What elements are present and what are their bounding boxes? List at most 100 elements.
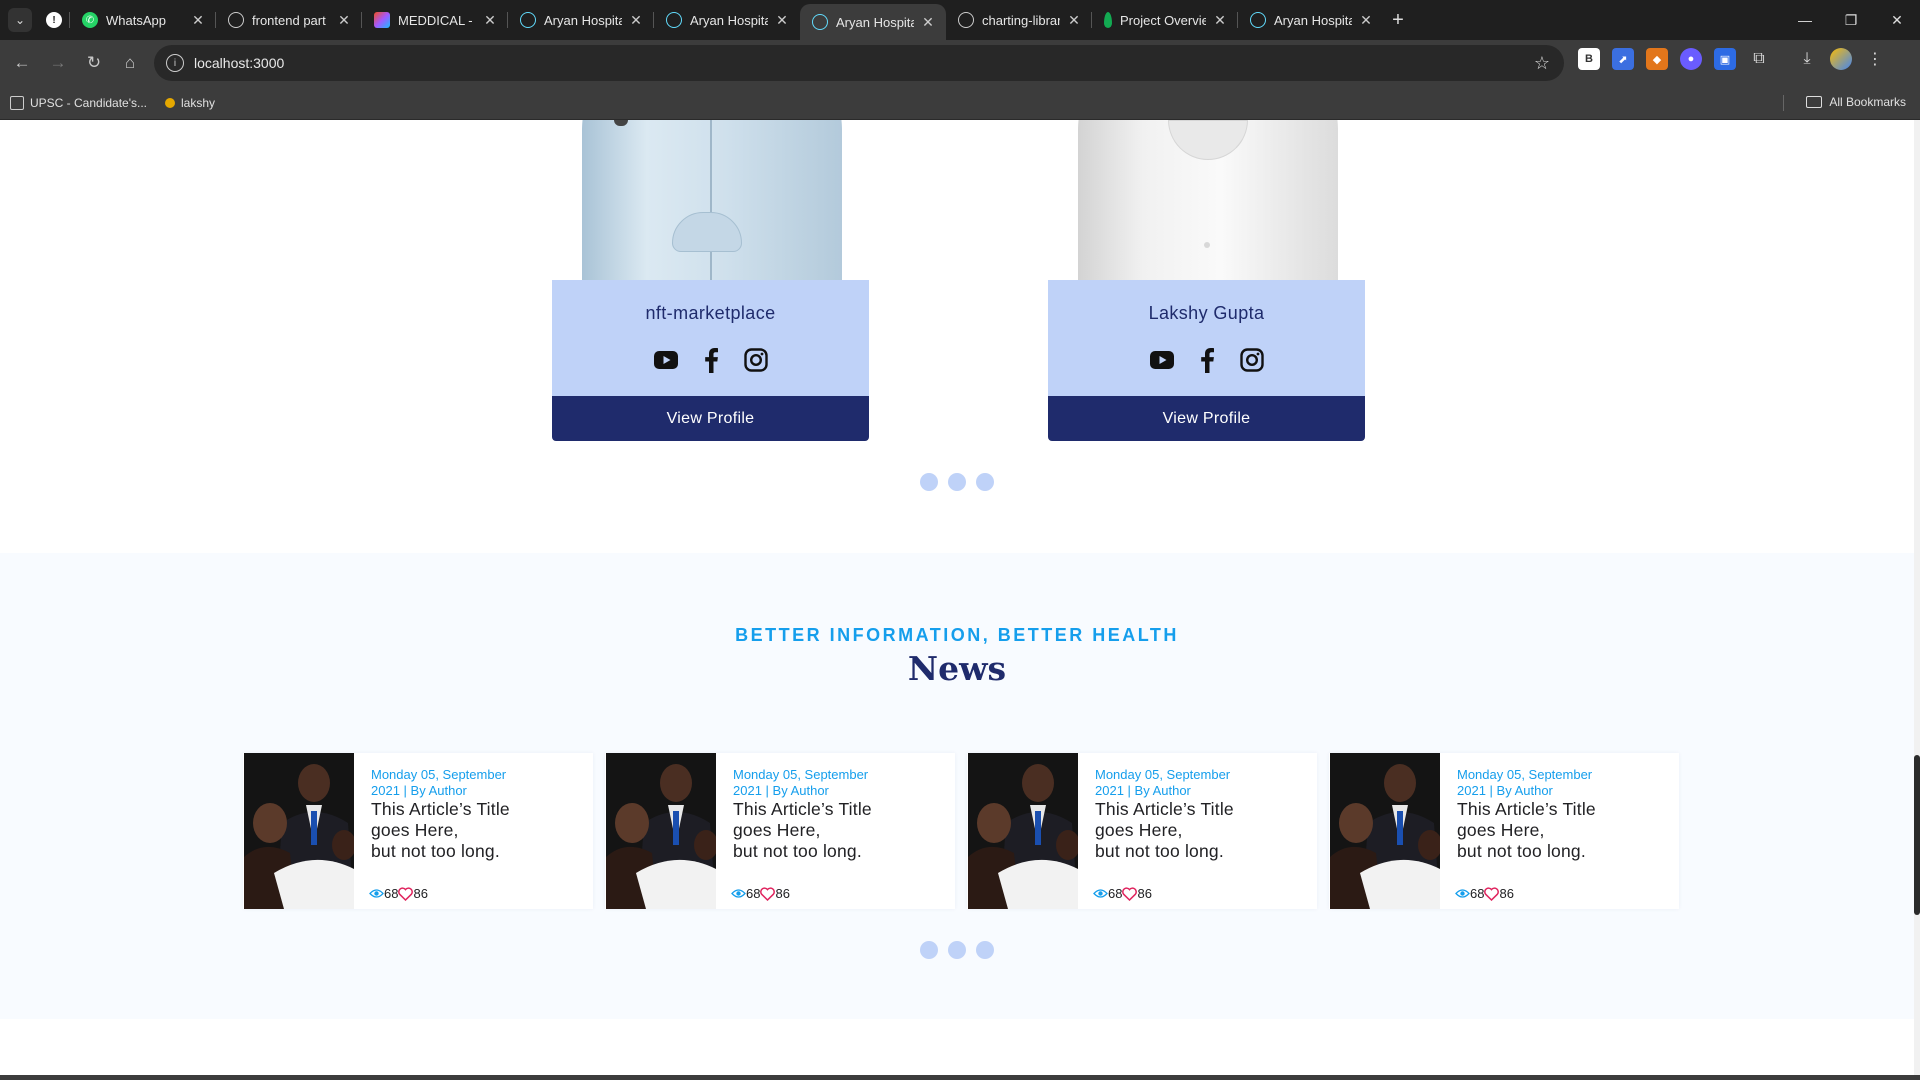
instagram-icon[interactable] [1238, 346, 1265, 373]
close-icon[interactable]: ✕ [336, 12, 352, 29]
tab-github[interactable]: charting-library-tuto ✕ [946, 0, 1092, 40]
facebook-icon[interactable] [697, 346, 724, 373]
restore-icon[interactable]: ❐ [1828, 0, 1874, 40]
close-icon[interactable]: ✕ [482, 12, 498, 29]
tab-figma[interactable]: MEDDICAL - Hospita ✕ [362, 0, 508, 40]
tab-search-button[interactable]: ⌄ [8, 8, 32, 32]
news-card[interactable]: Monday 05, September 2021 | By Author Th… [967, 753, 1317, 909]
news-card[interactable]: Monday 05, September 2021 | By Author Th… [1329, 753, 1679, 909]
tab-aryan-hospital-active[interactable]: Aryan Hospital ✕ [800, 4, 946, 40]
bookmark-item[interactable]: UPSC - Candidate's... [10, 95, 147, 110]
tab-aryan-hospital[interactable]: Aryan Hospital ✕ [508, 0, 654, 40]
news-title-line: This Article’s Title [371, 799, 510, 819]
close-icon[interactable]: ✕ [190, 12, 206, 29]
doctor-coat-image [582, 120, 842, 280]
carousel-dot[interactable] [920, 473, 938, 491]
scrollbar-thumb[interactable] [1914, 755, 1920, 915]
social-links [1048, 346, 1365, 373]
heart-icon[interactable] [1484, 886, 1500, 901]
heart-icon[interactable] [1122, 886, 1138, 901]
bookmarks-divider [1783, 95, 1784, 111]
close-icon[interactable]: ✕ [1212, 12, 1228, 29]
likes-count: 86 [775, 886, 790, 901]
window-bottom-border [0, 1075, 1920, 1080]
site-info-icon[interactable]: i [166, 54, 184, 72]
extension-icon[interactable]: ● [1680, 48, 1702, 70]
close-icon[interactable]: ✕ [628, 12, 644, 29]
coat-seam [710, 120, 712, 280]
profile-avatar[interactable] [1830, 48, 1852, 70]
tab-whatsapp[interactable]: ✆ WhatsApp ✕ [70, 0, 216, 40]
youtube-icon[interactable] [1148, 346, 1175, 373]
carousel-dot[interactable] [920, 941, 938, 959]
extension-icon[interactable]: ⬈ [1612, 48, 1634, 70]
news-date-line: Monday 05, September [1457, 767, 1593, 782]
tab-title: Project Overview | C [1120, 12, 1206, 28]
bookmark-favicon [165, 97, 176, 108]
home-icon[interactable]: ⌂ [112, 45, 148, 81]
tab-title: Aryan Hospital [1274, 12, 1352, 28]
doctors-carousel-dots [920, 473, 994, 491]
news-card[interactable]: Monday 05, September 2021 | By Author Th… [605, 753, 955, 909]
view-profile-button[interactable]: View Profile [1048, 396, 1365, 441]
whatsapp-icon: ✆ [82, 12, 98, 28]
news-section: BETTER INFORMATION, BETTER HEALTH News M… [0, 553, 1914, 1019]
news-title-line: goes Here, [733, 820, 821, 840]
reload-icon[interactable]: ↻ [76, 45, 112, 81]
puzzle-icon[interactable]: ⧉ [1748, 48, 1770, 70]
all-bookmarks-button[interactable]: All Bookmarks [1806, 95, 1906, 109]
news-title-line: but not too long. [1457, 841, 1586, 861]
close-icon[interactable]: ✕ [774, 12, 790, 29]
carousel-dot[interactable] [948, 473, 966, 491]
extension-icon[interactable]: ▣ [1714, 48, 1736, 70]
news-thumbnail [968, 753, 1078, 909]
news-card[interactable]: Monday 05, September 2021 | By Author Th… [243, 753, 593, 909]
doctor-info-panel: Lakshy Gupta [1048, 280, 1365, 397]
news-title-line: but not too long. [733, 841, 862, 861]
address-bar[interactable]: i localhost:3000 ☆ [154, 45, 1564, 81]
address-url[interactable]: localhost:3000 [194, 55, 284, 71]
metamask-icon[interactable]: ◆ [1646, 48, 1668, 70]
forward-icon[interactable]: → [40, 45, 76, 81]
tab-aryan-hospital[interactable]: Aryan Hospital ✕ [654, 0, 800, 40]
close-icon[interactable]: ✕ [920, 14, 936, 31]
news-stats: 68 86 [1093, 886, 1152, 901]
tab-aryan-hospital[interactable]: Aryan Hospital ✕ [1238, 0, 1384, 40]
back-icon[interactable]: ← [4, 45, 40, 81]
close-window-icon[interactable]: ✕ [1874, 0, 1920, 40]
instagram-icon[interactable] [742, 346, 769, 373]
heart-icon[interactable] [760, 886, 776, 901]
all-bookmarks-label: All Bookmarks [1829, 95, 1906, 109]
minimize-icon[interactable]: — [1782, 0, 1828, 40]
carousel-dot[interactable] [976, 941, 994, 959]
tab-title: Aryan Hospital [544, 12, 622, 28]
tab-pinned[interactable]: ! [40, 0, 70, 40]
news-date-line: Monday 05, September [1095, 767, 1231, 782]
news-date-line: 2021 | By Author [733, 783, 829, 798]
facebook-icon[interactable] [1193, 346, 1220, 373]
news-article-title[interactable]: This Article’s Title goes Here, but not … [1095, 799, 1295, 862]
news-carousel-dots [920, 941, 994, 959]
news-title-line: This Article’s Title [733, 799, 872, 819]
news-article-title[interactable]: This Article’s Title goes Here, but not … [1457, 799, 1657, 862]
news-article-title[interactable]: This Article’s Title goes Here, but not … [371, 799, 571, 862]
carousel-dot[interactable] [948, 941, 966, 959]
bookmark-star-icon[interactable]: ☆ [1534, 53, 1550, 74]
download-icon[interactable]: ⤓ [1796, 48, 1818, 70]
bookmark-item[interactable]: lakshy [165, 96, 215, 110]
extension-icon[interactable]: B [1578, 48, 1600, 70]
close-icon[interactable]: ✕ [1066, 12, 1082, 29]
news-article-title[interactable]: This Article’s Title goes Here, but not … [733, 799, 933, 862]
new-tab-button[interactable]: + [1384, 0, 1412, 40]
bookmark-favicon [10, 95, 24, 110]
browser-tab-strip: ⌄ ! ✆ WhatsApp ✕ frontend part by lak ✕ … [0, 0, 1920, 40]
tab-mongodb[interactable]: Project Overview | C ✕ [1092, 0, 1238, 40]
page-scrollbar[interactable] [1914, 120, 1920, 1075]
close-icon[interactable]: ✕ [1358, 12, 1374, 29]
menu-kebab-icon[interactable]: ⋮ [1864, 48, 1886, 70]
tab-github[interactable]: frontend part by lak ✕ [216, 0, 362, 40]
carousel-dot[interactable] [976, 473, 994, 491]
heart-icon[interactable] [398, 886, 414, 901]
view-profile-button[interactable]: View Profile [552, 396, 869, 441]
youtube-icon[interactable] [652, 346, 679, 373]
